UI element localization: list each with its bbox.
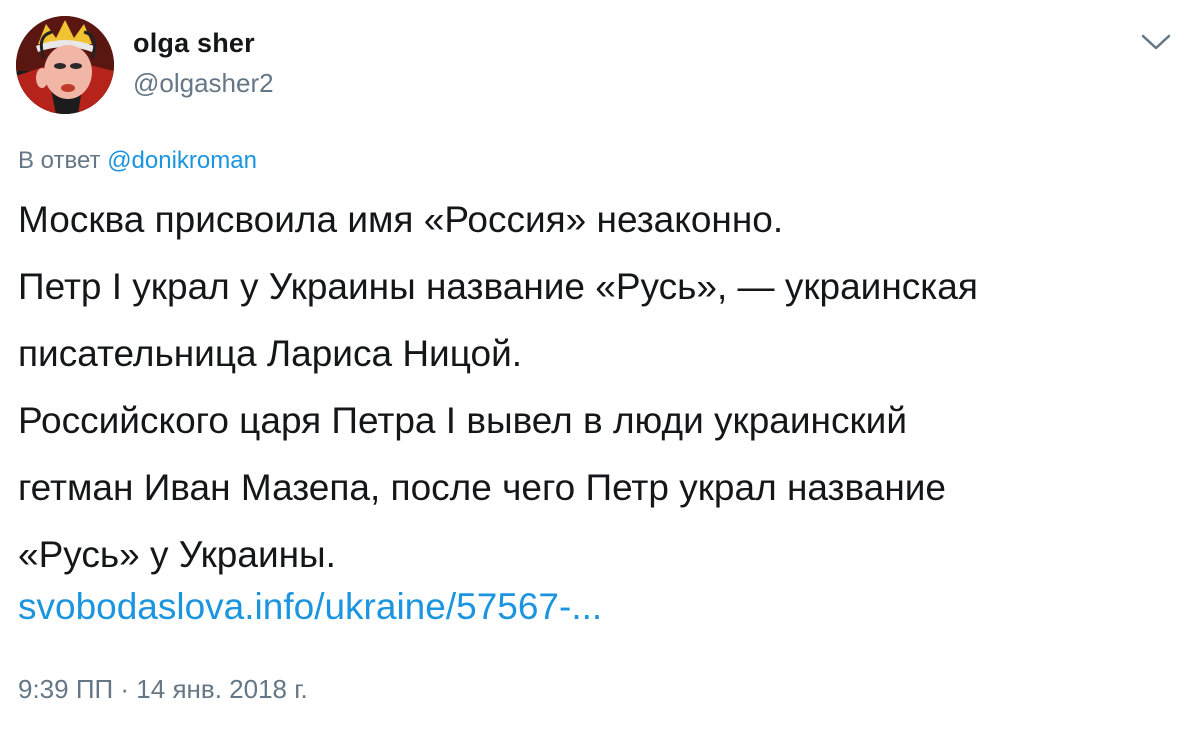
tweet-line: «Русь» у Украины. — [18, 534, 336, 575]
tweet-line: Петр I украл у Украины название «Русь», … — [18, 266, 978, 307]
chevron-down-icon[interactable] — [1139, 30, 1173, 54]
tweet-line: Москва присвоила имя «Россия» незаконно. — [18, 199, 784, 240]
reply-prefix: В ответ — [18, 147, 101, 174]
tweet-text: Москва присвоила имя «Россия» незаконно.… — [18, 186, 1178, 588]
tweet-line: писательница Лариса Ницой. — [18, 333, 523, 374]
reply-mention-link[interactable]: @donikroman — [107, 147, 257, 174]
reply-context: В ответ @donikroman — [18, 147, 257, 175]
display-name[interactable]: olga sher — [133, 28, 255, 59]
tweet-card: olga sher @olgasher2 В ответ @donikroman… — [0, 0, 1192, 737]
cartoon-queen-avatar-icon — [16, 16, 114, 114]
tweet-line: гетман Иван Мазепа, после чего Петр укра… — [18, 467, 946, 508]
avatar[interactable] — [16, 16, 114, 114]
tweet-timestamp[interactable]: 9:39 ПП · 14 янв. 2018 г. — [18, 674, 308, 705]
tweet-line: Российского царя Петра I вывел в люди ук… — [18, 400, 907, 441]
username[interactable]: @olgasher2 — [133, 68, 274, 99]
tweet-link[interactable]: svobodaslova.info/ukraine/57567-... — [18, 582, 602, 632]
